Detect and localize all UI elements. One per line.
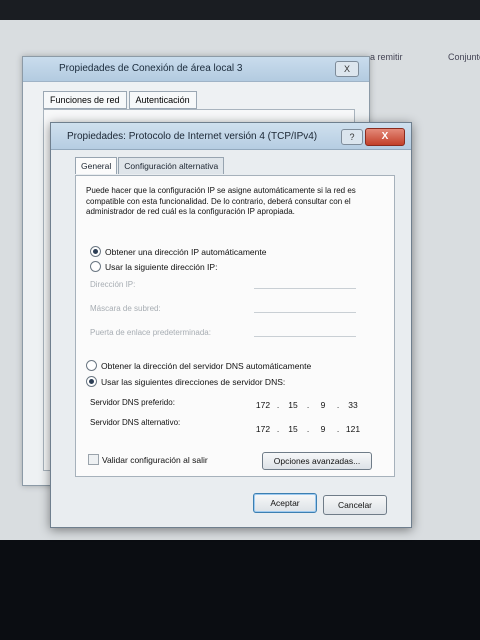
- background-menu-item: a remitir: [370, 52, 403, 62]
- validate-checkbox[interactable]: [88, 454, 99, 465]
- ip-auto-label: Obtener una dirección IP automáticamente: [105, 246, 267, 257]
- monitor-bezel-top: [0, 0, 480, 20]
- ip-address-label: Dirección IP:: [90, 280, 136, 289]
- tab-autenticacion[interactable]: Autenticación: [128, 91, 197, 109]
- preferred-dns-octet[interactable]: 172: [252, 400, 274, 410]
- preferred-dns-field[interactable]: 172. 15. 9. 33: [252, 400, 364, 410]
- ip-manual-radio[interactable]: [90, 261, 101, 272]
- dns-auto-label: Obtener la dirección del servidor DNS au…: [101, 360, 312, 371]
- dns-manual-option[interactable]: Usar las siguientes direcciones de servi…: [86, 376, 285, 387]
- background-menu-item: Conjunto: [448, 52, 480, 62]
- tab-configuracion-alternativa[interactable]: Configuración alternativa: [118, 157, 225, 174]
- help-button[interactable]: ?: [341, 129, 363, 145]
- dns-manual-radio[interactable]: [86, 376, 97, 387]
- dns-manual-label: Usar las siguientes direcciones de servi…: [101, 376, 286, 387]
- general-tab-panel: Puede hacer que la configuración IP se a…: [75, 175, 395, 477]
- dialog-tabs: General Configuración alternativa: [75, 157, 225, 174]
- alternate-dns-octet[interactable]: 9: [312, 424, 334, 434]
- alternate-dns-field[interactable]: 172. 15. 9. 121: [252, 424, 364, 434]
- gateway-field[interactable]: [254, 336, 356, 337]
- preferred-dns-octet[interactable]: 9: [312, 400, 334, 410]
- tab-funciones-de-red[interactable]: Funciones de red: [43, 91, 127, 109]
- preferred-dns-label: Servidor DNS preferido:: [90, 398, 175, 407]
- ok-button[interactable]: Aceptar: [253, 493, 317, 513]
- alternate-dns-octet[interactable]: 172: [252, 424, 274, 434]
- advanced-options-button[interactable]: Opciones avanzadas...: [262, 452, 372, 470]
- parent-tabs: Funciones de red Autenticación: [43, 91, 199, 109]
- close-button[interactable]: X: [365, 128, 405, 146]
- tab-general[interactable]: General: [75, 157, 118, 174]
- ip-auto-radio[interactable]: [90, 246, 101, 257]
- subnet-mask-label: Máscara de subred:: [90, 304, 161, 313]
- parent-window-titlebar: Propiedades de Conexión de área local 3 …: [23, 57, 369, 82]
- dns-auto-option[interactable]: Obtener la dirección del servidor DNS au…: [86, 360, 311, 371]
- subnet-mask-field[interactable]: [254, 312, 356, 313]
- preferred-dns-octet[interactable]: 15: [282, 400, 304, 410]
- ip-manual-option[interactable]: Usar la siguiente dirección IP:: [90, 261, 217, 272]
- ip-manual-label: Usar la siguiente dirección IP:: [105, 261, 218, 272]
- description-text: Puede hacer que la configuración IP se a…: [86, 186, 356, 216]
- parent-close-button[interactable]: X: [335, 61, 359, 77]
- gateway-label: Puerta de enlace predeterminada:: [90, 328, 211, 337]
- dns-auto-radio[interactable]: [86, 360, 97, 371]
- preferred-dns-octet[interactable]: 33: [342, 400, 364, 410]
- alternate-dns-octet[interactable]: 121: [342, 424, 364, 434]
- ip-auto-option[interactable]: Obtener una dirección IP automáticamente: [90, 246, 266, 257]
- cancel-button[interactable]: Cancelar: [323, 495, 387, 515]
- tcpip-properties-dialog: Propiedades: Protocolo de Internet versi…: [50, 122, 412, 528]
- parent-window-title: Propiedades de Conexión de área local 3: [59, 63, 243, 74]
- ip-address-field[interactable]: [254, 288, 356, 289]
- validate-label: Validar configuración al salir: [102, 454, 208, 465]
- alternate-dns-label: Servidor DNS alternativo:: [90, 418, 181, 427]
- dialog-titlebar: Propiedades: Protocolo de Internet versi…: [51, 123, 411, 150]
- desktop-screen: a remitir Conjunto Propiedades de Conexi…: [0, 20, 480, 540]
- alternate-dns-octet[interactable]: 15: [282, 424, 304, 434]
- dialog-title: Propiedades: Protocolo de Internet versi…: [67, 131, 318, 142]
- validate-option[interactable]: Validar configuración al salir: [88, 454, 208, 465]
